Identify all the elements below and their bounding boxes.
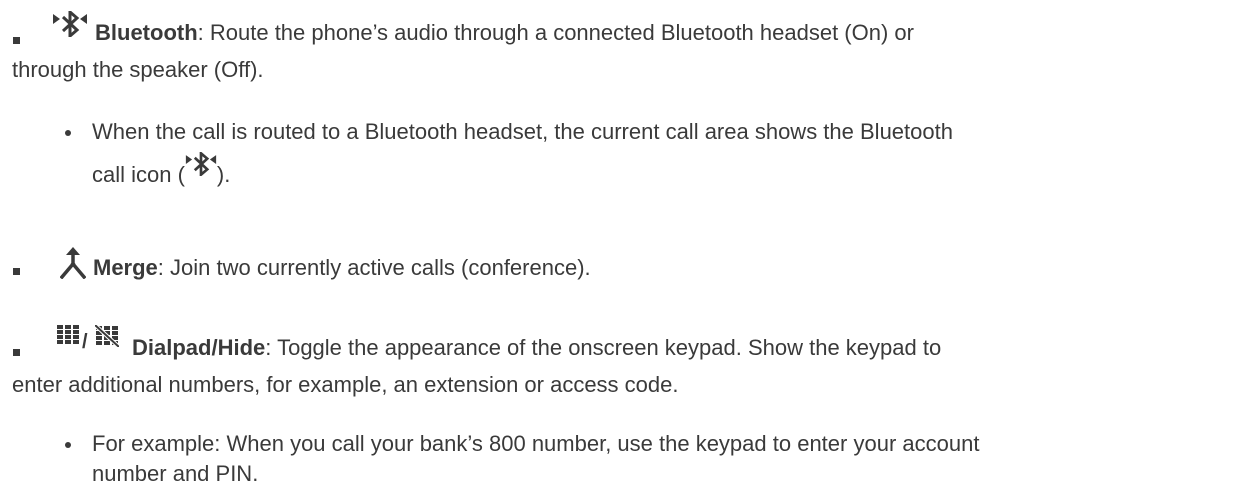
round-bullet bbox=[65, 442, 71, 448]
sub-bullet-line: When the call is routed to a Bluetooth h… bbox=[92, 117, 953, 147]
square-bullet bbox=[13, 349, 20, 356]
bullet-line-continued: enter additional numbers, for example, a… bbox=[12, 370, 679, 400]
bullet-line: Merge: Join two currently active calls (… bbox=[93, 253, 591, 283]
hide-dialpad-icon bbox=[95, 325, 119, 347]
term-dialpad-hide: Dialpad/Hide bbox=[132, 335, 266, 360]
sub-description-after-icon: ). bbox=[216, 162, 231, 187]
sub-description-continued: number and PIN. bbox=[92, 461, 259, 486]
dialpad-icon bbox=[57, 325, 79, 344]
bluetooth-call-icon bbox=[53, 11, 87, 37]
square-bullet bbox=[13, 268, 20, 275]
sub-description-before-icon: call icon ( bbox=[92, 162, 185, 187]
sub-description: When the call is routed to a Bluetooth h… bbox=[92, 119, 953, 144]
description: : Join two currently active calls (confe… bbox=[157, 255, 591, 280]
bullet-line-continued: through the speaker (Off). bbox=[12, 55, 264, 85]
round-bullet bbox=[65, 130, 71, 136]
sub-bullet-line-continued: call icon ( ). bbox=[92, 152, 231, 190]
sub-bullet-line: For example: When you call your bank’s 8… bbox=[92, 429, 979, 459]
sub-bullet-line-continued: number and PIN. bbox=[92, 459, 258, 489]
description-continued: enter additional numbers, for example, a… bbox=[12, 372, 679, 397]
document-page: Bluetooth: Route the phone’s audio throu… bbox=[0, 0, 1234, 497]
bullet-line: Dialpad/Hide: Toggle the appearance of t… bbox=[132, 333, 941, 363]
bluetooth-call-icon bbox=[185, 152, 217, 176]
term-merge: Merge bbox=[93, 255, 158, 280]
merge-icon bbox=[60, 247, 86, 279]
square-bullet bbox=[13, 37, 20, 44]
description-continued: through the speaker (Off). bbox=[12, 57, 264, 82]
icon-separator: / bbox=[82, 331, 88, 353]
bullet-line: Bluetooth: Route the phone’s audio throu… bbox=[95, 18, 914, 48]
description: : Route the phone’s audio through a conn… bbox=[197, 20, 914, 45]
description: : Toggle the appearance of the onscreen … bbox=[265, 335, 942, 360]
sub-description: For example: When you call your bank’s 8… bbox=[92, 431, 980, 456]
term-bluetooth: Bluetooth bbox=[95, 20, 198, 45]
